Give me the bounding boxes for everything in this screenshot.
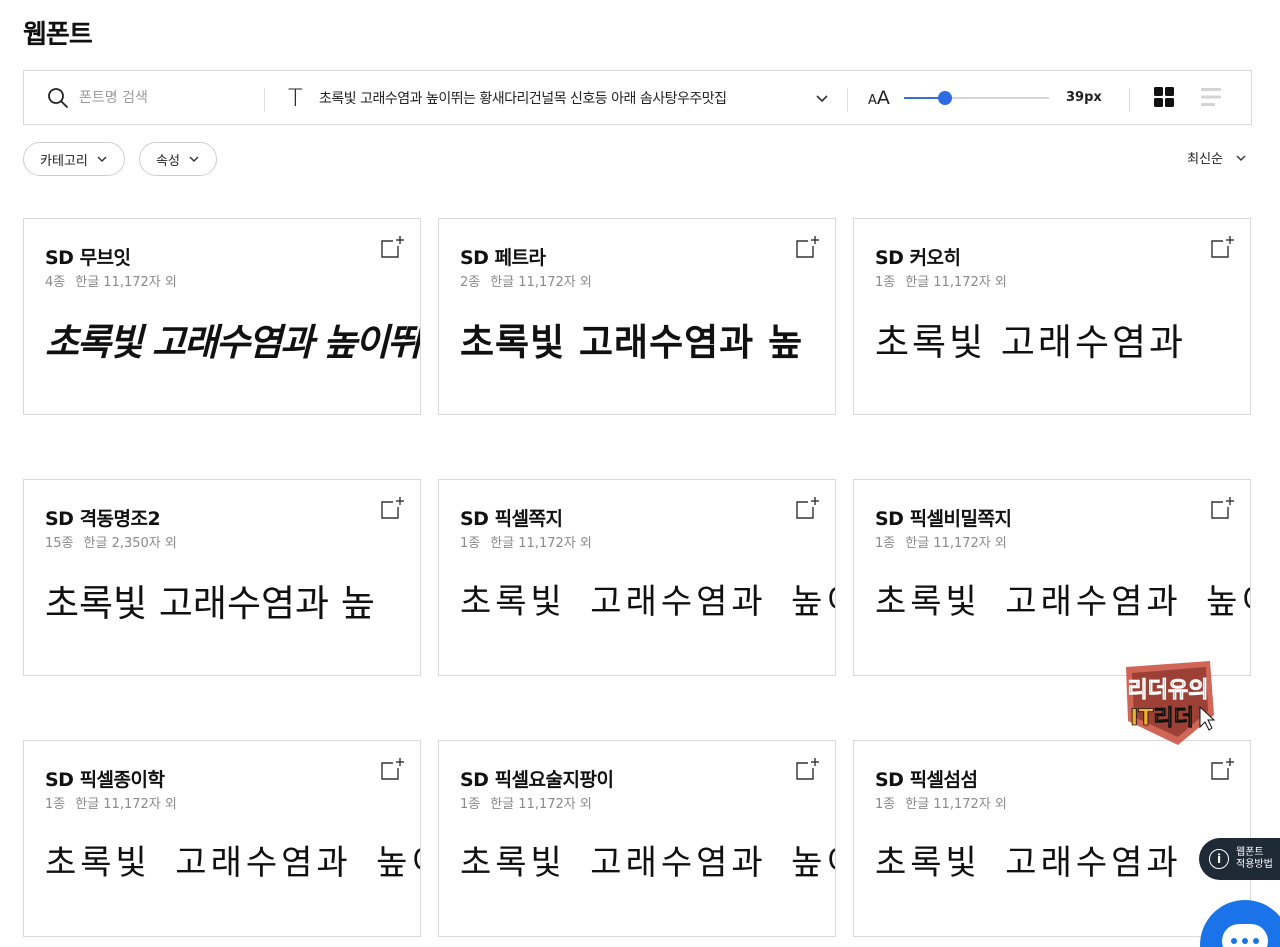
channel-watermark-logo: 리더유의 IT리더 bbox=[1126, 661, 1216, 745]
font-toolbar: T 초록빛 고래수염과 높이뛰는 황새다리건널목 신호등 아래 솜사탕우주맛집 … bbox=[23, 70, 1252, 125]
font-glyph-coverage: 한글 11,172자 외 bbox=[905, 536, 1007, 551]
font-usage-help-button[interactable]: i 웹폰트 적용방법 bbox=[1199, 838, 1280, 880]
info-icon: i bbox=[1209, 849, 1229, 869]
chevron-down-icon bbox=[1236, 155, 1246, 161]
add-to-collection-icon[interactable] bbox=[793, 757, 819, 783]
font-glyph-coverage: 한글 11,172자 외 bbox=[905, 275, 1007, 290]
chevron-down-icon bbox=[97, 156, 107, 162]
add-to-collection-icon[interactable] bbox=[1208, 757, 1234, 783]
font-card[interactable]: SD 페트라 2종 한글 11,172자 외 초록빛 고래수염과 높 bbox=[438, 218, 836, 415]
font-card[interactable]: SD 픽셀비밀쪽지 1종 한글 11,172자 외 초록빛 고래수염과 높이 bbox=[853, 479, 1251, 676]
font-style-count: 1종 bbox=[460, 536, 481, 551]
font-name: SD 픽셀쪽지 bbox=[460, 508, 563, 530]
add-to-collection-icon[interactable] bbox=[378, 235, 404, 261]
attribute-filter-label: 속성 bbox=[156, 153, 180, 169]
toolbar-divider bbox=[847, 88, 848, 112]
font-name: SD 커오히 bbox=[875, 247, 961, 269]
font-style-count: 1종 bbox=[460, 797, 481, 812]
font-meta: 1종 한글 11,172자 외 bbox=[460, 532, 592, 551]
chat-bubble-icon bbox=[1222, 924, 1268, 947]
list-view-icon[interactable] bbox=[1201, 87, 1221, 107]
font-preview: 초록빛 고래수염과 높 bbox=[45, 582, 375, 625]
font-card[interactable]: SD 무브잇 4종 한글 11,172자 외 초록빛 고래수염과 높이뛰는 황 bbox=[23, 218, 421, 415]
font-meta: 1종 한글 11,172자 외 bbox=[875, 271, 1007, 290]
add-to-collection-icon[interactable] bbox=[378, 496, 404, 522]
font-meta: 4종 한글 11,172자 외 bbox=[45, 271, 177, 290]
font-size-slider[interactable] bbox=[904, 91, 1049, 105]
font-glyph-coverage: 한글 11,172자 외 bbox=[490, 536, 592, 551]
font-name: SD 픽셀요술지팡이 bbox=[460, 769, 614, 791]
font-preview: 초록빛 고래수염과 높이 bbox=[875, 582, 1251, 622]
font-card[interactable]: SD 픽셀종이학 1종 한글 11,172자 외 초록빛 고래수염과 높이 bbox=[23, 740, 421, 937]
font-preview: 초록빛 고래수염과 bbox=[875, 321, 1187, 364]
font-preview: 초록빛 고래수염과 높이 bbox=[460, 582, 836, 622]
font-preview: 초록빛 고래수염과 높이뛰는 bbox=[460, 843, 835, 883]
font-meta: 1종 한글 11,172자 외 bbox=[875, 532, 1007, 551]
font-meta: 1종 한글 11,172자 외 bbox=[460, 793, 592, 812]
font-preview: 초록빛 고래수염과 높 bbox=[460, 321, 804, 364]
font-size-value: 39px bbox=[1066, 90, 1102, 105]
add-to-collection-icon[interactable] bbox=[793, 496, 819, 522]
font-card[interactable]: SD 픽셀섬섬 1종 한글 11,172자 외 초록빛 고래수염과 높 bbox=[853, 740, 1251, 937]
text-icon: T bbox=[288, 84, 303, 112]
font-name: SD 픽셀종이학 bbox=[45, 769, 165, 791]
grid-view-icon[interactable] bbox=[1154, 87, 1174, 107]
font-style-count: 1종 bbox=[875, 797, 896, 812]
font-style-count: 15종 bbox=[45, 536, 74, 551]
font-style-count: 1종 bbox=[875, 536, 896, 551]
toolbar-divider bbox=[1129, 88, 1130, 112]
category-filter-label: 카테고리 bbox=[40, 153, 88, 169]
font-card[interactable]: SD 커오히 1종 한글 11,172자 외 초록빛 고래수염과 bbox=[853, 218, 1251, 415]
font-name: SD 무브잇 bbox=[45, 247, 131, 269]
font-size-icon: AA bbox=[868, 87, 890, 109]
help-label-line2: 적용방법 bbox=[1236, 859, 1273, 870]
font-name: SD 픽셀비밀쪽지 bbox=[875, 508, 1012, 530]
page-title: 웹폰트 bbox=[23, 20, 93, 50]
font-glyph-coverage: 한글 11,172자 외 bbox=[490, 797, 592, 812]
font-glyph-coverage: 한글 11,172자 외 bbox=[905, 797, 1007, 812]
help-label: 웹폰트 적용방법 bbox=[1236, 847, 1273, 872]
font-meta: 15종 한글 2,350자 외 bbox=[45, 532, 177, 551]
font-glyph-coverage: 한글 2,350자 외 bbox=[83, 536, 177, 551]
search-icon[interactable] bbox=[46, 86, 70, 110]
chevron-down-icon[interactable] bbox=[814, 90, 830, 106]
chevron-down-icon bbox=[189, 156, 199, 162]
font-name: SD 픽셀섬섬 bbox=[875, 769, 978, 791]
font-preview: 초록빛 고래수염과 높이 bbox=[45, 843, 421, 883]
watermark-line1: 리더유의 bbox=[1128, 678, 1209, 703]
font-preview: 초록빛 고래수염과 높이뛰는 황 bbox=[45, 321, 420, 364]
category-filter-button[interactable]: 카테고리 bbox=[23, 142, 125, 176]
font-style-count: 2종 bbox=[460, 275, 481, 290]
font-meta: 1종 한글 11,172자 외 bbox=[45, 793, 177, 812]
font-glyph-coverage: 한글 11,172자 외 bbox=[490, 275, 592, 290]
watermark-line2: IT리더 bbox=[1130, 706, 1194, 731]
font-glyph-coverage: 한글 11,172자 외 bbox=[75, 275, 177, 290]
font-size-slider-thumb[interactable] bbox=[937, 91, 952, 105]
font-style-count: 1종 bbox=[875, 275, 896, 290]
font-glyph-coverage: 한글 11,172자 외 bbox=[75, 797, 177, 812]
font-meta: 1종 한글 11,172자 외 bbox=[875, 793, 1007, 812]
font-name: SD 페트라 bbox=[460, 247, 546, 269]
font-preview: 초록빛 고래수염과 높 bbox=[875, 843, 1242, 883]
add-to-collection-icon[interactable] bbox=[793, 235, 819, 261]
font-meta: 2종 한글 11,172자 외 bbox=[460, 271, 592, 290]
sample-text-select[interactable]: 초록빛 고래수염과 높이뛰는 황새다리건널목 신호등 아래 솜사탕우주맛집 bbox=[319, 88, 727, 108]
font-card[interactable]: SD 픽셀쪽지 1종 한글 11,172자 외 초록빛 고래수염과 높이 bbox=[438, 479, 836, 676]
sort-label: 최신순 bbox=[1187, 152, 1223, 167]
toolbar-divider bbox=[264, 88, 265, 112]
sort-select[interactable]: 최신순 bbox=[1187, 148, 1247, 167]
font-style-count: 1종 bbox=[45, 797, 66, 812]
font-card[interactable]: SD 픽셀요술지팡이 1종 한글 11,172자 외 초록빛 고래수염과 높이뛰는 bbox=[438, 740, 836, 937]
font-style-count: 4종 bbox=[45, 275, 66, 290]
help-label-line1: 웹폰트 bbox=[1236, 846, 1264, 858]
add-to-collection-icon[interactable] bbox=[378, 757, 404, 783]
add-to-collection-icon[interactable] bbox=[1208, 235, 1234, 261]
font-name: SD 격동명조2 bbox=[45, 508, 161, 530]
font-size-icon-big: A bbox=[876, 87, 890, 109]
font-card[interactable]: SD 격동명조2 15종 한글 2,350자 외 초록빛 고래수염과 높 bbox=[23, 479, 421, 676]
font-size-icon-small: A bbox=[868, 93, 877, 108]
add-to-collection-icon[interactable] bbox=[1208, 496, 1234, 522]
font-search-input[interactable] bbox=[79, 85, 249, 111]
attribute-filter-button[interactable]: 속성 bbox=[139, 142, 217, 176]
